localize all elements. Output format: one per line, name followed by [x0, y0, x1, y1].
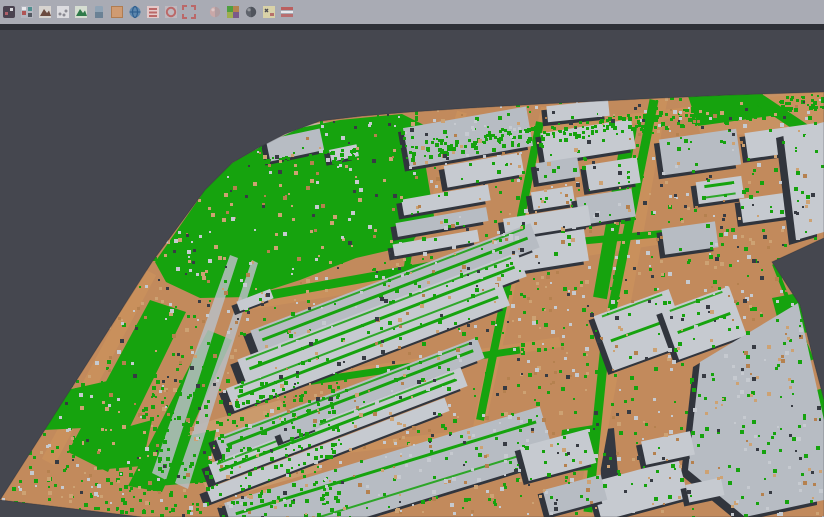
- application-window: [0, 0, 824, 517]
- profile-icon[interactable]: [280, 5, 294, 19]
- classified-point-cloud-scene: [0, 0, 824, 517]
- select-tool-icon[interactable]: [2, 5, 16, 19]
- zoom-extent-icon[interactable]: [182, 5, 196, 19]
- mesh-sphere-icon[interactable]: [244, 5, 258, 19]
- globe-icon[interactable]: [128, 5, 142, 19]
- 3d-viewport[interactable]: [0, 0, 824, 517]
- panel-icon[interactable]: [92, 5, 106, 19]
- toolbar-separator: [0, 24, 824, 30]
- layer-list-icon[interactable]: [146, 5, 160, 19]
- vegetation-terrain-icon[interactable]: [74, 5, 88, 19]
- sphere-tool-icon[interactable]: [208, 5, 222, 19]
- measure-icon[interactable]: [262, 5, 276, 19]
- classified-map-icon[interactable]: [226, 5, 240, 19]
- main-toolbar: [0, 0, 824, 24]
- pan-tool-icon[interactable]: [20, 5, 34, 19]
- terrain-icon[interactable]: [38, 5, 52, 19]
- circle-select-icon[interactable]: [164, 5, 178, 19]
- point-cloud-icon[interactable]: [56, 5, 70, 19]
- orthophoto-icon[interactable]: [110, 5, 124, 19]
